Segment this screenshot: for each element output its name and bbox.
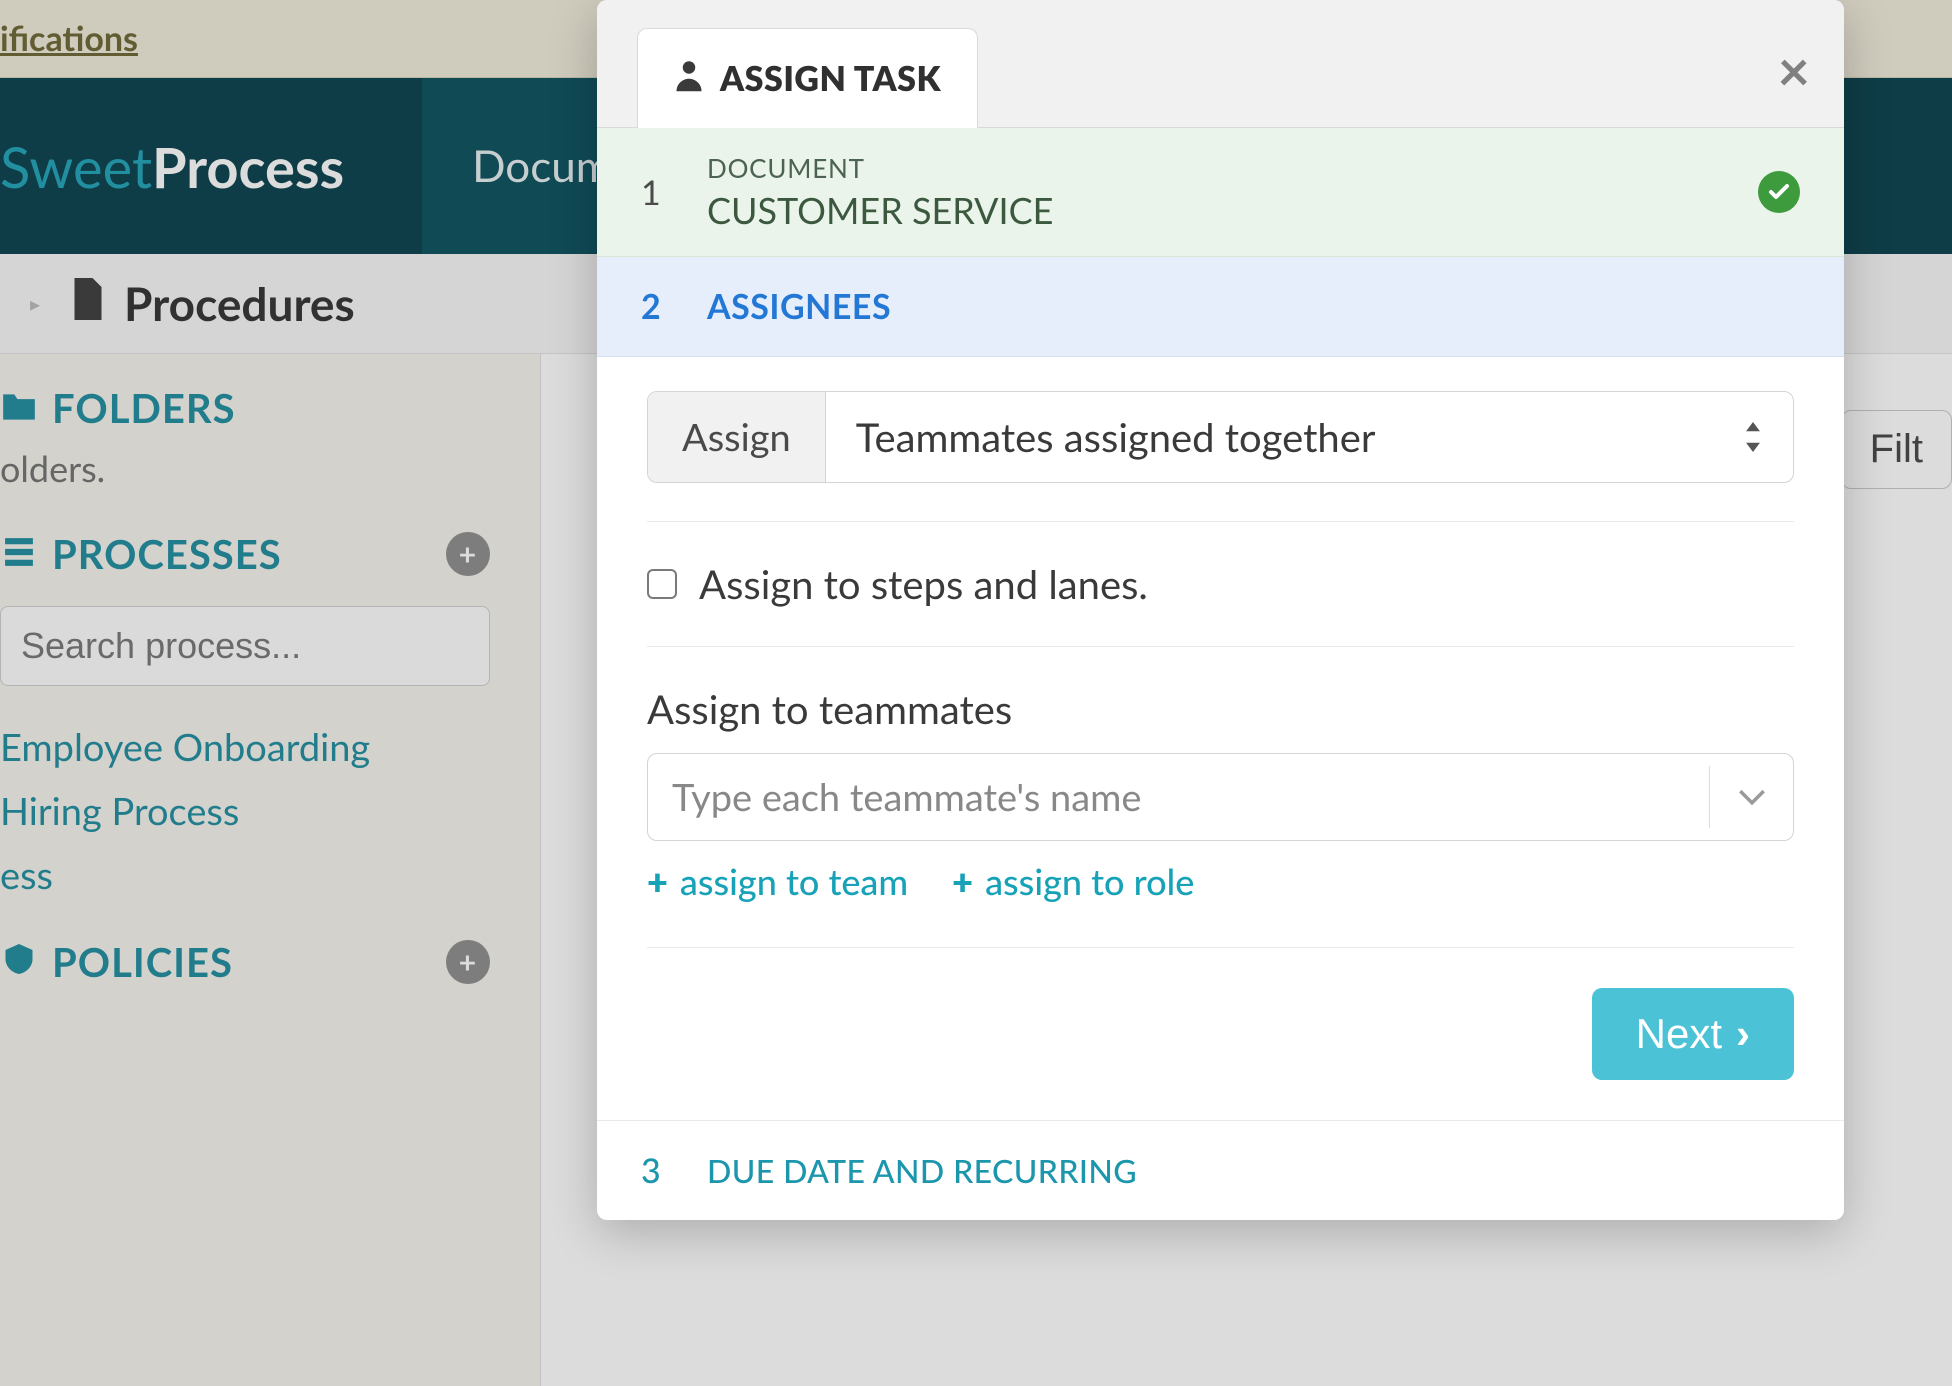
chevron-right-icon: ▸ [30,292,40,316]
divider [647,521,1794,522]
assign-to-role-link[interactable]: + assign to role [952,859,1194,903]
next-button[interactable]: Next [1592,988,1794,1080]
sidebar-item-employee-onboarding[interactable]: Employee Onboarding [0,724,490,770]
assign-role-label: assign to role [985,859,1194,903]
process-icon [0,530,38,578]
next-button-label: Next [1636,1010,1722,1058]
close-icon: × [1778,36,1810,103]
brand-part2: Process [152,133,344,200]
page-title: Procedures [124,276,355,331]
policy-icon [0,938,38,986]
step-complete-badge [1758,171,1800,213]
wizard-step-due-date[interactable]: 3 DUE DATE AND RECURRING [597,1120,1844,1220]
step1-label-small: DOCUMENT [707,152,1724,184]
step2-title: ASSIGNEES [707,286,891,327]
notifications-link[interactable]: ifications [0,18,138,59]
sidebar-processes-label: PROCESSES [52,530,282,578]
chevron-down-icon [1709,766,1793,828]
assign-mode-value: Teammates assigned together [826,392,1793,482]
sidebar-folders-label: FOLDERS [52,384,236,432]
checkbox-label: Assign to steps and lanes. [699,560,1148,608]
step-number: 3 [641,1150,673,1191]
sidebar-folders-heading[interactable]: FOLDERS [0,384,490,432]
assign-steps-lanes-checkbox[interactable]: Assign to steps and lanes. [647,560,1794,608]
assign-task-modal: ASSIGN TASK × 1 DOCUMENT CUSTOMER SERVIC… [597,0,1844,1220]
teammates-field-label: Assign to teammates [647,685,1794,733]
wizard-step-assignees[interactable]: 2 ASSIGNEES [597,257,1844,357]
folder-icon [0,384,38,432]
sidebar-policies-label: POLICIES [52,938,233,986]
filter-button[interactable]: Filt [1841,410,1952,489]
step-number: 2 [641,286,673,327]
step-number: 1 [641,172,673,213]
document-icon [70,277,106,330]
plus-icon: + [459,536,477,572]
wizard-step-document[interactable]: 1 DOCUMENT CUSTOMER SERVICE [597,128,1844,257]
divider [647,646,1794,647]
check-icon [1767,180,1791,204]
sidebar-item-truncated[interactable]: ess [0,852,490,898]
brand-logo[interactable]: SweetProcess [0,133,374,200]
teammates-placeholder: Type each teammate's name [672,774,1141,820]
sidebar: FOLDERS olders. PROCESSES + Employee Onb… [0,354,520,1026]
person-icon [674,58,704,100]
sidebar-processes-heading[interactable]: PROCESSES + [0,530,490,578]
modal-tab-label: ASSIGN TASK [720,58,941,99]
step1-label-large: CUSTOMER SERVICE [707,188,1724,232]
step2-panel: Assign Teammates assigned together Assig… [597,357,1844,1120]
assign-mode-value-text: Teammates assigned together [856,413,1376,461]
add-policy-button[interactable]: + [446,940,490,984]
checkbox-icon [647,569,677,599]
teammates-multiselect[interactable]: Type each teammate's name [647,753,1794,841]
assign-mode-select[interactable]: Assign Teammates assigned together [647,391,1794,483]
add-process-button[interactable]: + [446,532,490,576]
modal-header: ASSIGN TASK × [597,0,1844,128]
chevron-right-icon [1736,1010,1750,1058]
plus-icon: + [459,944,477,980]
plus-icon: + [647,859,668,903]
plus-icon: + [952,859,973,903]
step3-title: DUE DATE AND RECURRING [707,1151,1137,1190]
assign-team-label: assign to team [680,859,908,903]
assign-to-team-link[interactable]: + assign to team [647,859,908,903]
assign-mode-label: Assign [648,392,826,482]
modal-tab-assign-task[interactable]: ASSIGN TASK [637,28,978,128]
brand-part1: Sweet [0,133,152,200]
sidebar-policies-heading[interactable]: POLICIES + [0,938,490,986]
process-search-input[interactable] [0,606,490,686]
sidebar-item-hiring-process[interactable]: Hiring Process [0,788,490,834]
sidebar-folders-subtitle: olders. [0,446,490,490]
sort-updown-icon [1741,422,1765,452]
modal-close-button[interactable]: × [1778,36,1810,103]
